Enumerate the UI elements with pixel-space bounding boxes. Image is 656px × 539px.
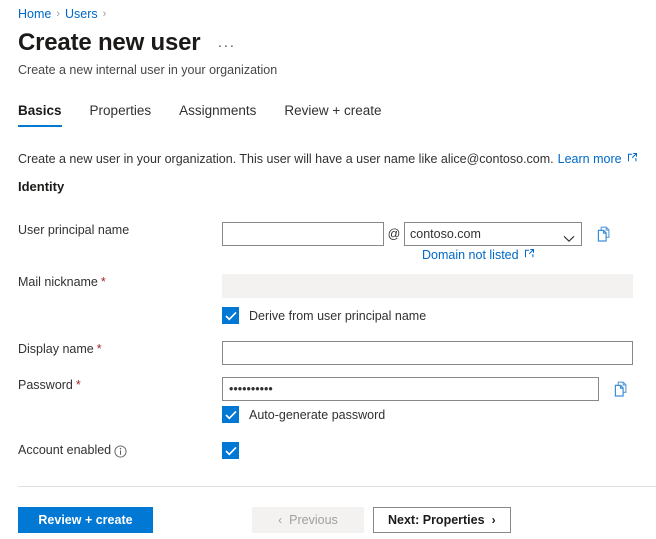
field-password [222,377,656,401]
tab-assignments[interactable]: Assignments [165,103,270,127]
domain-not-listed-row: Domain not listed [422,248,535,262]
next-properties-button[interactable]: Next: Properties › [373,507,511,533]
derive-from-upn-checkbox[interactable] [222,307,239,324]
required-indicator: * [75,378,81,392]
derive-from-upn-label[interactable]: Derive from user principal name [249,309,426,323]
previous-button-label: Previous [289,513,338,527]
label-user-principal-name: User principal name [0,222,222,238]
field-display-name [222,341,656,365]
row-derive-from-upn: Derive from user principal name [0,307,656,341]
row-user-principal-name: User principal name @ contoso.com Domain… [0,222,656,274]
tab-basics[interactable]: Basics [18,103,76,127]
at-symbol: @ [387,227,401,241]
title-row: Create new user ··· [18,28,238,58]
create-user-form: User principal name @ contoso.com Domain… [0,222,656,472]
field-auto-generate-password: Auto-generate password [222,406,656,423]
section-heading-identity: Identity [18,179,65,194]
next-button-label: Next: Properties [388,513,485,527]
tab-review-create[interactable]: Review + create [270,103,395,127]
copy-password-icon[interactable] [607,377,635,401]
breadcrumb-item-users[interactable]: Users [65,6,98,22]
domain-not-listed-link[interactable]: Domain not listed [422,248,519,262]
label-text: Display name [18,342,94,356]
learn-more-link[interactable]: Learn more [558,151,622,168]
label-text: Mail nickname [18,275,98,289]
info-icon[interactable] [114,444,127,458]
label-account-enabled: Account enabled [0,442,222,458]
tab-properties[interactable]: Properties [76,103,166,127]
page-subtitle: Create a new internal user in your organ… [18,63,278,77]
more-options-icon[interactable]: ··· [214,38,238,54]
row-display-name: Display name * [0,341,656,377]
label-text: Account enabled [18,443,112,457]
row-account-enabled: Account enabled [0,442,656,472]
password-input[interactable] [222,377,599,401]
field-derive-from-upn: Derive from user principal name [222,307,656,324]
chevron-left-icon: ‹ [278,513,283,527]
required-indicator: * [96,342,102,356]
review-create-button[interactable]: Review + create [18,507,153,533]
auto-generate-password-label[interactable]: Auto-generate password [249,408,385,422]
intro-text-row: Create a new user in your organization. … [18,151,638,168]
previous-button[interactable]: ‹ Previous [252,507,364,533]
footer-actions: Review + create ‹ Previous Next: Propert… [18,507,511,533]
auto-generate-password-checkbox[interactable] [222,406,239,423]
mail-nickname-input-disabled [222,274,633,298]
display-name-input[interactable] [222,341,633,365]
label-text: User principal name [18,223,130,237]
label-password: Password * [0,377,222,393]
breadcrumb-item-home[interactable]: Home [18,6,51,22]
domain-select[interactable]: contoso.com [404,222,582,246]
row-mail-nickname: Mail nickname * [0,274,656,307]
field-mail-nickname [222,274,656,298]
field-user-principal-name: @ contoso.com Domain not listed [222,222,656,262]
external-link-icon [627,151,638,168]
wizard-tabs: Basics Properties Assignments Review + c… [18,103,396,127]
breadcrumb-separator-icon: › [56,8,61,20]
row-auto-generate-password: Auto-generate password [0,406,656,442]
account-enabled-checkbox[interactable] [222,442,239,459]
intro-text: Create a new user in your organization. … [18,152,554,166]
user-principal-name-input[interactable] [222,222,384,246]
copy-upn-icon[interactable] [590,222,618,246]
footer-divider [18,486,656,487]
external-link-icon [524,248,535,262]
domain-select-wrapper: contoso.com [404,222,582,246]
row-password: Password * [0,377,656,406]
label-mail-nickname: Mail nickname * [0,274,222,290]
required-indicator: * [100,275,106,289]
breadcrumb: Home › Users › [18,6,106,22]
page-title: Create new user [18,29,201,56]
label-display-name: Display name * [0,341,222,357]
field-account-enabled [222,442,656,459]
breadcrumb-separator-icon: › [102,8,107,20]
chevron-right-icon: › [491,513,496,527]
label-text: Password [18,378,73,392]
